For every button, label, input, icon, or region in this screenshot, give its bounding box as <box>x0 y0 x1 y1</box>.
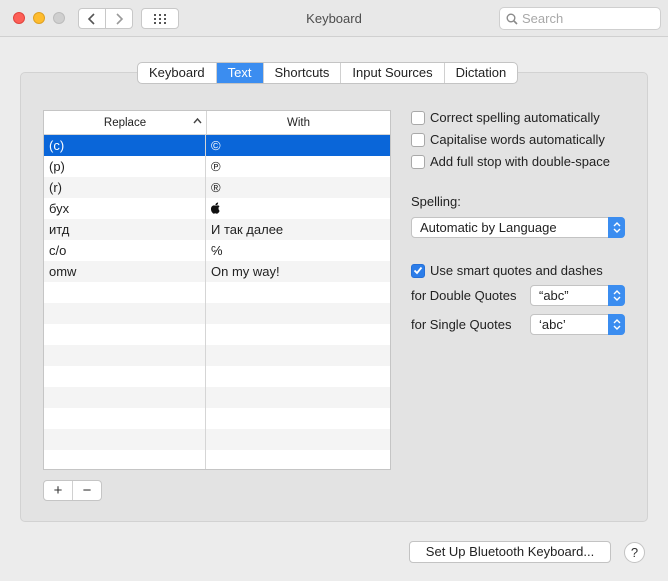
setup-bluetooth-keyboard-button[interactable]: Set Up Bluetooth Keyboard... <box>409 541 611 563</box>
minus-icon: − <box>82 482 92 499</box>
double-quotes-label: for Double Quotes <box>411 288 517 303</box>
empty-row <box>44 282 390 303</box>
table-row[interactable]: (c) © <box>44 135 390 156</box>
with-cell[interactable]: ℅ <box>206 240 390 261</box>
empty-row <box>44 429 390 450</box>
replace-cell[interactable]: (p) <box>44 156 206 177</box>
empty-row <box>44 303 390 324</box>
replace-cell[interactable]: (r) <box>44 177 206 198</box>
tab-shortcuts[interactable]: Shortcuts <box>264 63 342 83</box>
empty-row <box>44 324 390 345</box>
smart-quotes-option[interactable]: Use smart quotes and dashes <box>411 263 603 278</box>
full-stop-checkbox[interactable] <box>411 154 425 169</box>
tab-input-sources[interactable]: Input Sources <box>341 63 445 83</box>
table-row[interactable]: итд И так далее <box>44 219 390 240</box>
empty-row <box>44 450 390 469</box>
search-input[interactable] <box>522 10 657 27</box>
capitalise-option[interactable]: Capitalise words automatically <box>411 132 605 147</box>
empty-row <box>44 345 390 366</box>
tab-dictation[interactable]: Dictation <box>445 63 518 83</box>
spelling-label: Spelling: <box>411 194 461 209</box>
empty-row <box>44 387 390 408</box>
full-stop-label[interactable]: Add full stop with double-space <box>430 154 610 169</box>
replace-cell[interactable]: omw <box>44 261 206 282</box>
tab-text[interactable]: Text <box>216 63 264 83</box>
single-quotes-value: ‘abc’ <box>539 317 566 332</box>
capitalise-label[interactable]: Capitalise words automatically <box>430 132 605 147</box>
with-cell[interactable]: ® <box>206 177 390 198</box>
correct-spelling-checkbox[interactable] <box>411 110 425 125</box>
plus-icon: + <box>53 482 63 499</box>
replacement-table[interactable]: Replace With (c) © (p) ℗ (r) ® бух итд И… <box>43 110 391 470</box>
double-quotes-popup[interactable]: “abc” <box>530 285 625 306</box>
column-header-replace-label: Replace <box>103 116 147 129</box>
column-header-with[interactable]: With <box>207 111 390 134</box>
replace-cell[interactable]: (c) <box>44 135 206 156</box>
column-header-with-label: With <box>287 116 310 129</box>
smart-quotes-label[interactable]: Use smart quotes and dashes <box>430 263 603 278</box>
table-row[interactable]: (p) ℗ <box>44 156 390 177</box>
smart-quotes-checkbox[interactable] <box>411 263 425 278</box>
popup-arrows-icon <box>608 217 625 238</box>
with-cell[interactable]: ℗ <box>206 156 390 177</box>
remove-button[interactable]: − <box>73 481 101 500</box>
with-cell[interactable]: On my way! <box>206 261 390 282</box>
tab-keyboard[interactable]: Keyboard <box>138 63 217 83</box>
full-stop-option[interactable]: Add full stop with double-space <box>411 154 610 169</box>
table-row[interactable]: c/o ℅ <box>44 240 390 261</box>
tab-bar: Keyboard Text Shortcuts Input Sources Di… <box>137 62 519 84</box>
table-row[interactable]: бух <box>44 198 390 219</box>
apple-logo-icon <box>210 202 220 214</box>
table-row[interactable]: omw On my way! <box>44 261 390 282</box>
search-field[interactable] <box>499 7 661 30</box>
capitalise-checkbox[interactable] <box>411 132 425 147</box>
replace-cell[interactable]: c/o <box>44 240 206 261</box>
empty-row <box>44 366 390 387</box>
single-quotes-label: for Single Quotes <box>411 317 512 332</box>
help-button[interactable]: ? <box>624 542 645 563</box>
search-icon <box>506 13 518 25</box>
with-cell[interactable] <box>206 198 390 219</box>
title-bar: Keyboard <box>0 0 668 37</box>
correct-spelling-option[interactable]: Correct spelling automatically <box>411 110 600 125</box>
spelling-popup[interactable]: Automatic by Language <box>411 217 625 238</box>
double-quotes-value: “abc” <box>539 288 569 303</box>
replace-cell[interactable]: бух <box>44 198 206 219</box>
popup-arrows-icon <box>608 285 625 306</box>
table-header: Replace With <box>44 111 390 135</box>
column-divider <box>205 134 206 469</box>
add-button[interactable]: + <box>44 481 73 500</box>
sort-ascending-icon <box>193 117 202 124</box>
checkmark-icon <box>413 266 423 275</box>
spelling-value: Automatic by Language <box>420 220 557 235</box>
column-header-replace[interactable]: Replace <box>44 111 207 134</box>
popup-arrows-icon <box>608 314 625 335</box>
empty-row <box>44 408 390 429</box>
correct-spelling-label[interactable]: Correct spelling automatically <box>430 110 600 125</box>
table-row[interactable]: (r) ® <box>44 177 390 198</box>
add-remove-control: + − <box>43 480 102 501</box>
with-cell[interactable]: © <box>206 135 390 156</box>
with-cell[interactable]: И так далее <box>206 219 390 240</box>
single-quotes-popup[interactable]: ‘abc’ <box>530 314 625 335</box>
replace-cell[interactable]: итд <box>44 219 206 240</box>
